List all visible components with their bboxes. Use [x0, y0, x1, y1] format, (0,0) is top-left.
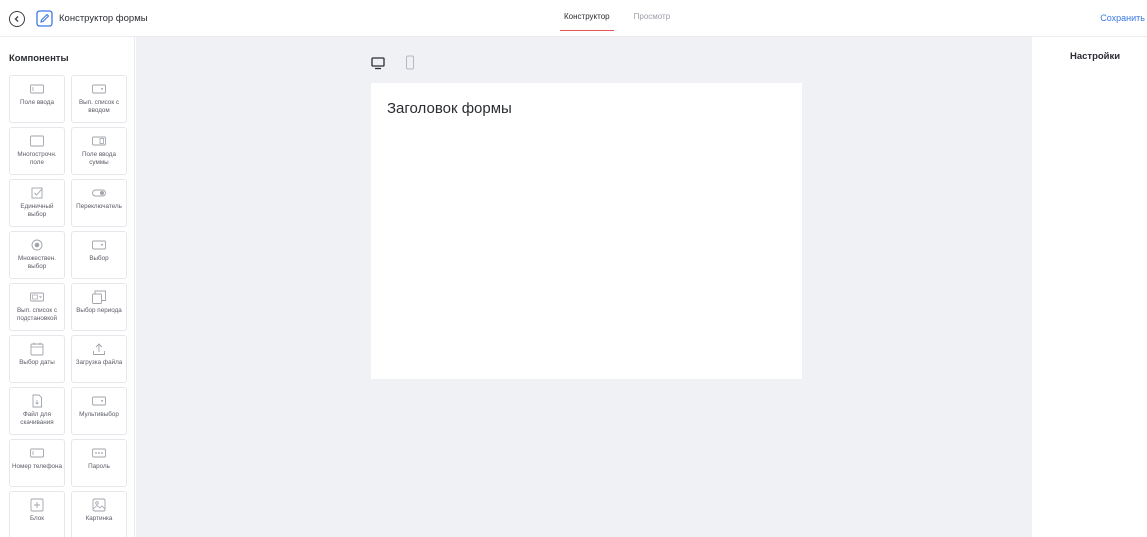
component-label: Картинка: [85, 515, 113, 522]
component-label: Выбор периода: [76, 307, 122, 314]
component-block[interactable]: Блок: [9, 491, 65, 537]
component-upload[interactable]: Загрузка файла: [71, 335, 127, 383]
component-dropdown-input[interactable]: Вып. список с вводом: [71, 75, 127, 123]
component-amount-input[interactable]: Поле ввода суммы: [71, 127, 127, 175]
component-toggle[interactable]: Переключатель: [71, 179, 127, 227]
form-title[interactable]: Заголовок формы: [387, 100, 512, 117]
file-download-icon: [32, 394, 42, 408]
mode-tabs: Конструктор Просмотр: [560, 0, 674, 37]
component-select[interactable]: Выбор: [71, 231, 127, 279]
component-label: Поле ввода: [20, 99, 54, 106]
mobile-view-icon[interactable]: [405, 55, 415, 70]
component-label: Номер телефона: [11, 463, 63, 470]
component-label: Единичный выбор: [20, 203, 54, 218]
components-panel: Компоненты Поле ввода Вып. список с ввод…: [0, 37, 135, 537]
settings-title: Настройки: [1070, 51, 1121, 62]
back-button[interactable]: [9, 11, 25, 27]
component-date[interactable]: Выбор даты: [9, 335, 65, 383]
component-password[interactable]: Пароль: [71, 439, 127, 487]
component-dropdown-substitution[interactable]: Вып. список с подстановкой: [9, 283, 65, 331]
component-image[interactable]: Картинка: [71, 491, 127, 537]
input-field-icon: [30, 84, 44, 94]
component-label: Переключатель: [76, 203, 122, 210]
component-single-choice[interactable]: Единичный выбор: [9, 179, 65, 227]
component-multiselect[interactable]: Мультивыбор: [71, 387, 127, 435]
component-label: Вып. список с подстановкой: [16, 307, 58, 322]
component-label: Вып. список с вводом: [78, 99, 120, 114]
dropdown-substitution-icon: [30, 292, 44, 302]
toggle-icon: [92, 189, 106, 197]
save-button[interactable]: Сохранить: [1100, 13, 1145, 23]
amount-input-icon: [92, 136, 106, 146]
image-icon: [92, 498, 106, 512]
checkbox-icon: [31, 187, 43, 199]
desktop-view-icon[interactable]: [371, 56, 385, 70]
upload-icon: [93, 343, 105, 355]
multiselect-icon: [92, 396, 106, 406]
phone-field-icon: [30, 448, 44, 458]
component-label: Многострочн. поле: [17, 151, 57, 166]
form-canvas: Заголовок формы: [136, 37, 1032, 537]
tab-constructor[interactable]: Конструктор: [560, 0, 614, 37]
dropdown-input-icon: [92, 84, 106, 94]
period-icon: [92, 290, 106, 304]
component-label: Блок: [29, 515, 45, 522]
tab-preview[interactable]: Просмотр: [630, 0, 675, 37]
select-icon: [92, 240, 106, 250]
component-multiple-choice[interactable]: Множествен. выбор: [9, 231, 65, 279]
component-label: Поле ввода суммы: [82, 151, 116, 166]
radio-icon: [31, 239, 43, 251]
form-edit-icon: [36, 10, 53, 27]
textarea-icon: [30, 135, 44, 147]
component-label: Выбор: [89, 255, 109, 262]
form-preview-card[interactable]: Заголовок формы: [371, 83, 802, 379]
component-label: Выбор даты: [19, 359, 55, 366]
component-label: Пароль: [88, 463, 110, 470]
component-label: Загрузка файла: [75, 359, 123, 366]
top-bar: Конструктор формы Конструктор Просмотр С…: [0, 0, 1147, 37]
component-label: Файл для скачивания: [20, 411, 54, 426]
password-icon: [92, 448, 106, 458]
component-input-field[interactable]: Поле ввода: [9, 75, 65, 123]
component-textarea[interactable]: Многострочн. поле: [9, 127, 65, 175]
component-label: Мультивыбор: [79, 411, 119, 418]
settings-panel: Настройки: [1032, 37, 1147, 537]
components-title: Компоненты: [9, 53, 69, 64]
page-title: Конструктор формы: [59, 13, 148, 24]
block-icon: [30, 498, 44, 512]
component-file-download[interactable]: Файл для скачивания: [9, 387, 65, 435]
component-label: Множествен. выбор: [18, 255, 56, 270]
chevron-left-icon: [14, 16, 19, 22]
component-phone[interactable]: Номер телефона: [9, 439, 65, 487]
component-period[interactable]: Выбор периода: [71, 283, 127, 331]
calendar-icon: [30, 342, 44, 356]
